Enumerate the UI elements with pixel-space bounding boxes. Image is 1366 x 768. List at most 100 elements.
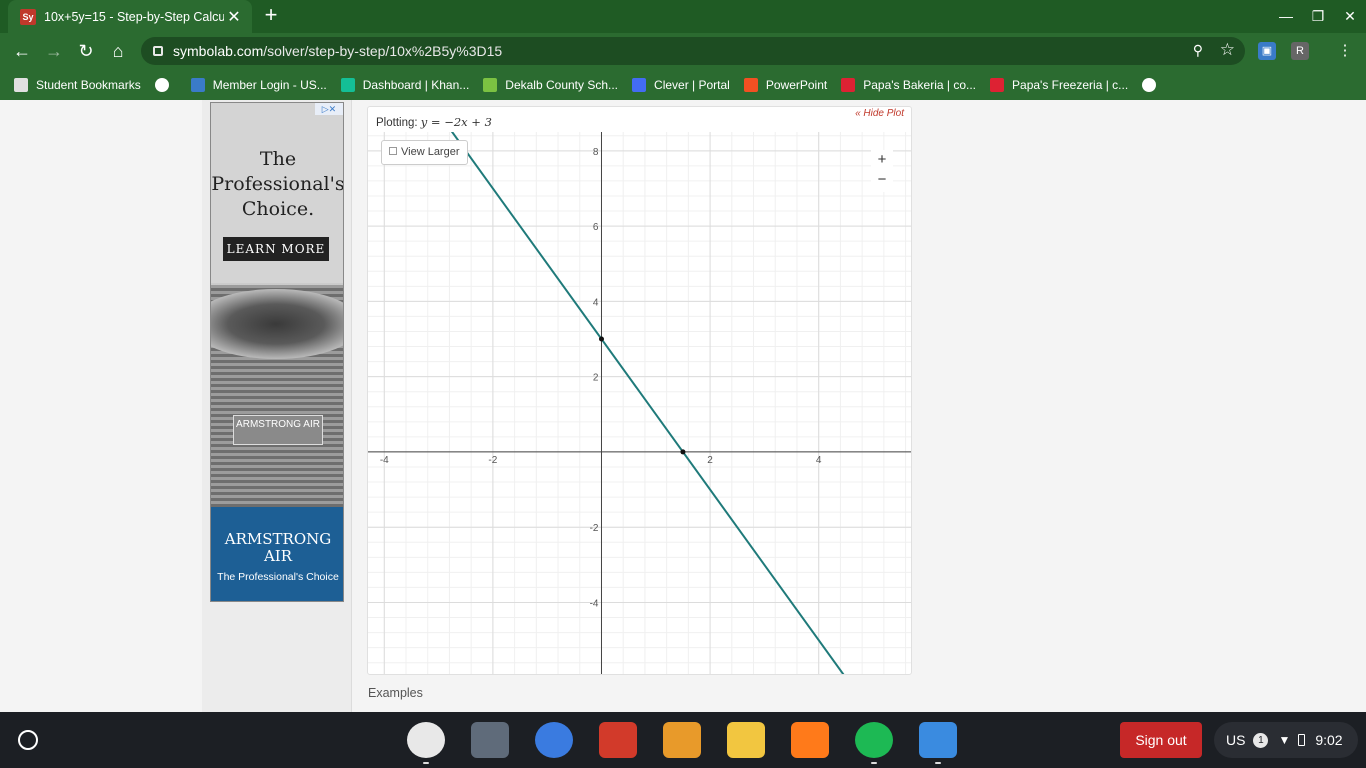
bookmark-label: Papa's Bakeria | co...: [863, 77, 977, 92]
symbolab-favicon-icon: Sy: [20, 8, 36, 25]
examples-link[interactable]: Examples: [368, 686, 423, 700]
game-icon: [990, 77, 1005, 92]
flag-icon: [190, 77, 205, 92]
ac-fan-image: [211, 289, 343, 359]
running-indicator: [423, 762, 429, 764]
intercept-point: [598, 336, 604, 342]
zoom-controls: + −: [871, 150, 893, 192]
browser-toolbar: ← → ↻ ⌂ symbolab.com/solver/step-by-step…: [0, 33, 1366, 69]
page-content: The Professional's Choice. LEARN MORE AR…: [0, 100, 1366, 712]
tab-strip: Sy 10x+5y=15 - Step-by-Step Calcul ✕ + —…: [0, 0, 1366, 33]
advertisement[interactable]: The Professional's Choice. LEARN MORE AR…: [210, 102, 344, 602]
y-tick-label: 6: [593, 222, 599, 233]
microsoft-icon: [743, 77, 758, 92]
khan-icon: [340, 77, 355, 92]
menu-kebab-icon[interactable]: ⋮: [1336, 42, 1354, 60]
game-icon: [841, 77, 856, 92]
bookmark-label: Dekalb County Sch...: [505, 77, 619, 92]
running-indicator: [871, 762, 877, 764]
folder-icon: [14, 77, 28, 92]
verse-app-icon[interactable]: [727, 722, 765, 758]
battery-icon: [1298, 734, 1306, 746]
c-green-icon: [483, 77, 498, 92]
x-tick-label: -2: [488, 455, 497, 466]
files-app-gray-icon[interactable]: [471, 722, 509, 758]
plot-equation: y = −2x + 3: [420, 115, 492, 129]
x-tick-label: 2: [707, 455, 713, 466]
ad-learn-more-button[interactable]: LEARN MORE: [223, 237, 329, 261]
wifi-icon: ▼: [1278, 733, 1291, 747]
spotify-app-icon[interactable]: [855, 722, 893, 758]
new-tab-icon[interactable]: +: [260, 4, 282, 26]
address-bar[interactable]: symbolab.com/solver/step-by-step/10x%2B5…: [141, 37, 1245, 65]
bookmark-label: PowerPoint: [765, 77, 828, 92]
zoom-in-button[interactable]: +: [871, 150, 893, 170]
extension-icon[interactable]: ▣: [1258, 42, 1276, 60]
launcher-icon[interactable]: [18, 730, 38, 750]
bookmark-label: Papa's Freezeria | c...: [1012, 77, 1129, 92]
bookmark-item[interactable]: Student Bookmarks: [14, 77, 141, 92]
profile-avatar[interactable]: R: [1291, 42, 1309, 60]
view-larger-label: View Larger: [401, 146, 460, 158]
locale-label: US: [1226, 732, 1246, 748]
plotting-caption: Plotting: y = −2x + 3: [376, 115, 492, 129]
adchoices-icon[interactable]: ▷✕: [315, 103, 343, 115]
chrome-app-icon[interactable]: [407, 722, 445, 758]
expand-icon: [389, 147, 397, 155]
intercept-point: [680, 449, 686, 455]
bookmark-label: Member Login - US...: [212, 77, 327, 92]
zoom-magnifier-icon[interactable]: ⚲: [1193, 42, 1203, 59]
files-app-icon[interactable]: [535, 722, 573, 758]
x-tick-label: 4: [816, 455, 822, 466]
bookmark-star-icon[interactable]: ☆: [1220, 40, 1235, 60]
y-tick-label: 4: [593, 297, 599, 308]
x-tick-label: -4: [380, 455, 389, 466]
messages-app-icon[interactable]: [919, 722, 957, 758]
globe-icon: [154, 77, 169, 92]
restore-icon[interactable]: ❐: [1308, 6, 1328, 26]
url-text: symbolab.com/solver/step-by-step/10x%2B5…: [173, 43, 503, 59]
close-tab-icon[interactable]: ✕: [224, 7, 244, 27]
clever-icon: [632, 77, 647, 92]
function-graph[interactable]: -4 -2 2 4 -4 -2 2 4 6 8: [368, 132, 911, 674]
ad-brand-panel: ARMSTRONG AIR The Professional's Choice: [211, 507, 343, 601]
y-tick-label: -4: [590, 598, 599, 609]
bookmark-item[interactable]: [154, 77, 177, 92]
os-shelf: Sign out US 1 ▼ 9:02: [0, 712, 1366, 768]
bookmark-item[interactable]: Dekalb County Sch...: [483, 77, 619, 92]
forward-icon[interactable]: →: [42, 39, 66, 63]
bookmark-label: Student Bookmarks: [36, 77, 141, 92]
y-tick-label: -2: [590, 523, 599, 534]
bookmark-label: Dashboard | Khan...: [362, 77, 470, 92]
bookmark-item[interactable]: [1142, 77, 1164, 92]
running-indicator: [935, 762, 941, 764]
bookmark-item[interactable]: Clever | Portal: [632, 77, 730, 92]
bookmark-item[interactable]: Member Login - US...: [190, 77, 327, 92]
close-window-icon[interactable]: ✕: [1340, 6, 1360, 26]
notification-count: 1: [1253, 732, 1269, 748]
bookmark-item[interactable]: Papa's Bakeria | co...: [841, 77, 977, 92]
view-larger-button[interactable]: View Larger: [381, 140, 468, 165]
browser-tab[interactable]: Sy 10x+5y=15 - Step-by-Step Calcul ✕: [8, 0, 252, 33]
phone-app-icon[interactable]: [599, 722, 637, 758]
plotting-label: Plotting:: [376, 117, 418, 129]
y-tick-label: 8: [593, 147, 599, 158]
lock-icon: [153, 46, 163, 56]
bookmark-item[interactable]: Papa's Freezeria | c...: [990, 77, 1129, 92]
reload-icon[interactable]: ↻: [74, 39, 98, 63]
minimize-icon[interactable]: —: [1276, 6, 1296, 26]
game-app-icon[interactable]: [663, 722, 701, 758]
zoom-out-button[interactable]: −: [871, 170, 893, 190]
bookmark-item[interactable]: PowerPoint: [743, 77, 828, 92]
hide-plot-link[interactable]: « Hide Plot: [855, 108, 904, 119]
status-tray[interactable]: US 1 ▼ 9:02: [1214, 722, 1358, 758]
ad-brand: ARMSTRONG AIR: [224, 530, 332, 565]
ad-unit-badge: ARMSTRONG AIR: [233, 415, 323, 445]
soundcloud-app-icon[interactable]: [791, 722, 829, 758]
back-icon[interactable]: ←: [10, 39, 34, 63]
home-icon[interactable]: ⌂: [106, 39, 130, 63]
bookmarks-bar: Student Bookmarks Member Login - US... Das…: [0, 69, 1366, 100]
tab-title: 10x+5y=15 - Step-by-Step Calcul: [44, 9, 224, 24]
sign-out-button[interactable]: Sign out: [1120, 722, 1202, 758]
bookmark-item[interactable]: Dashboard | Khan...: [340, 77, 470, 92]
